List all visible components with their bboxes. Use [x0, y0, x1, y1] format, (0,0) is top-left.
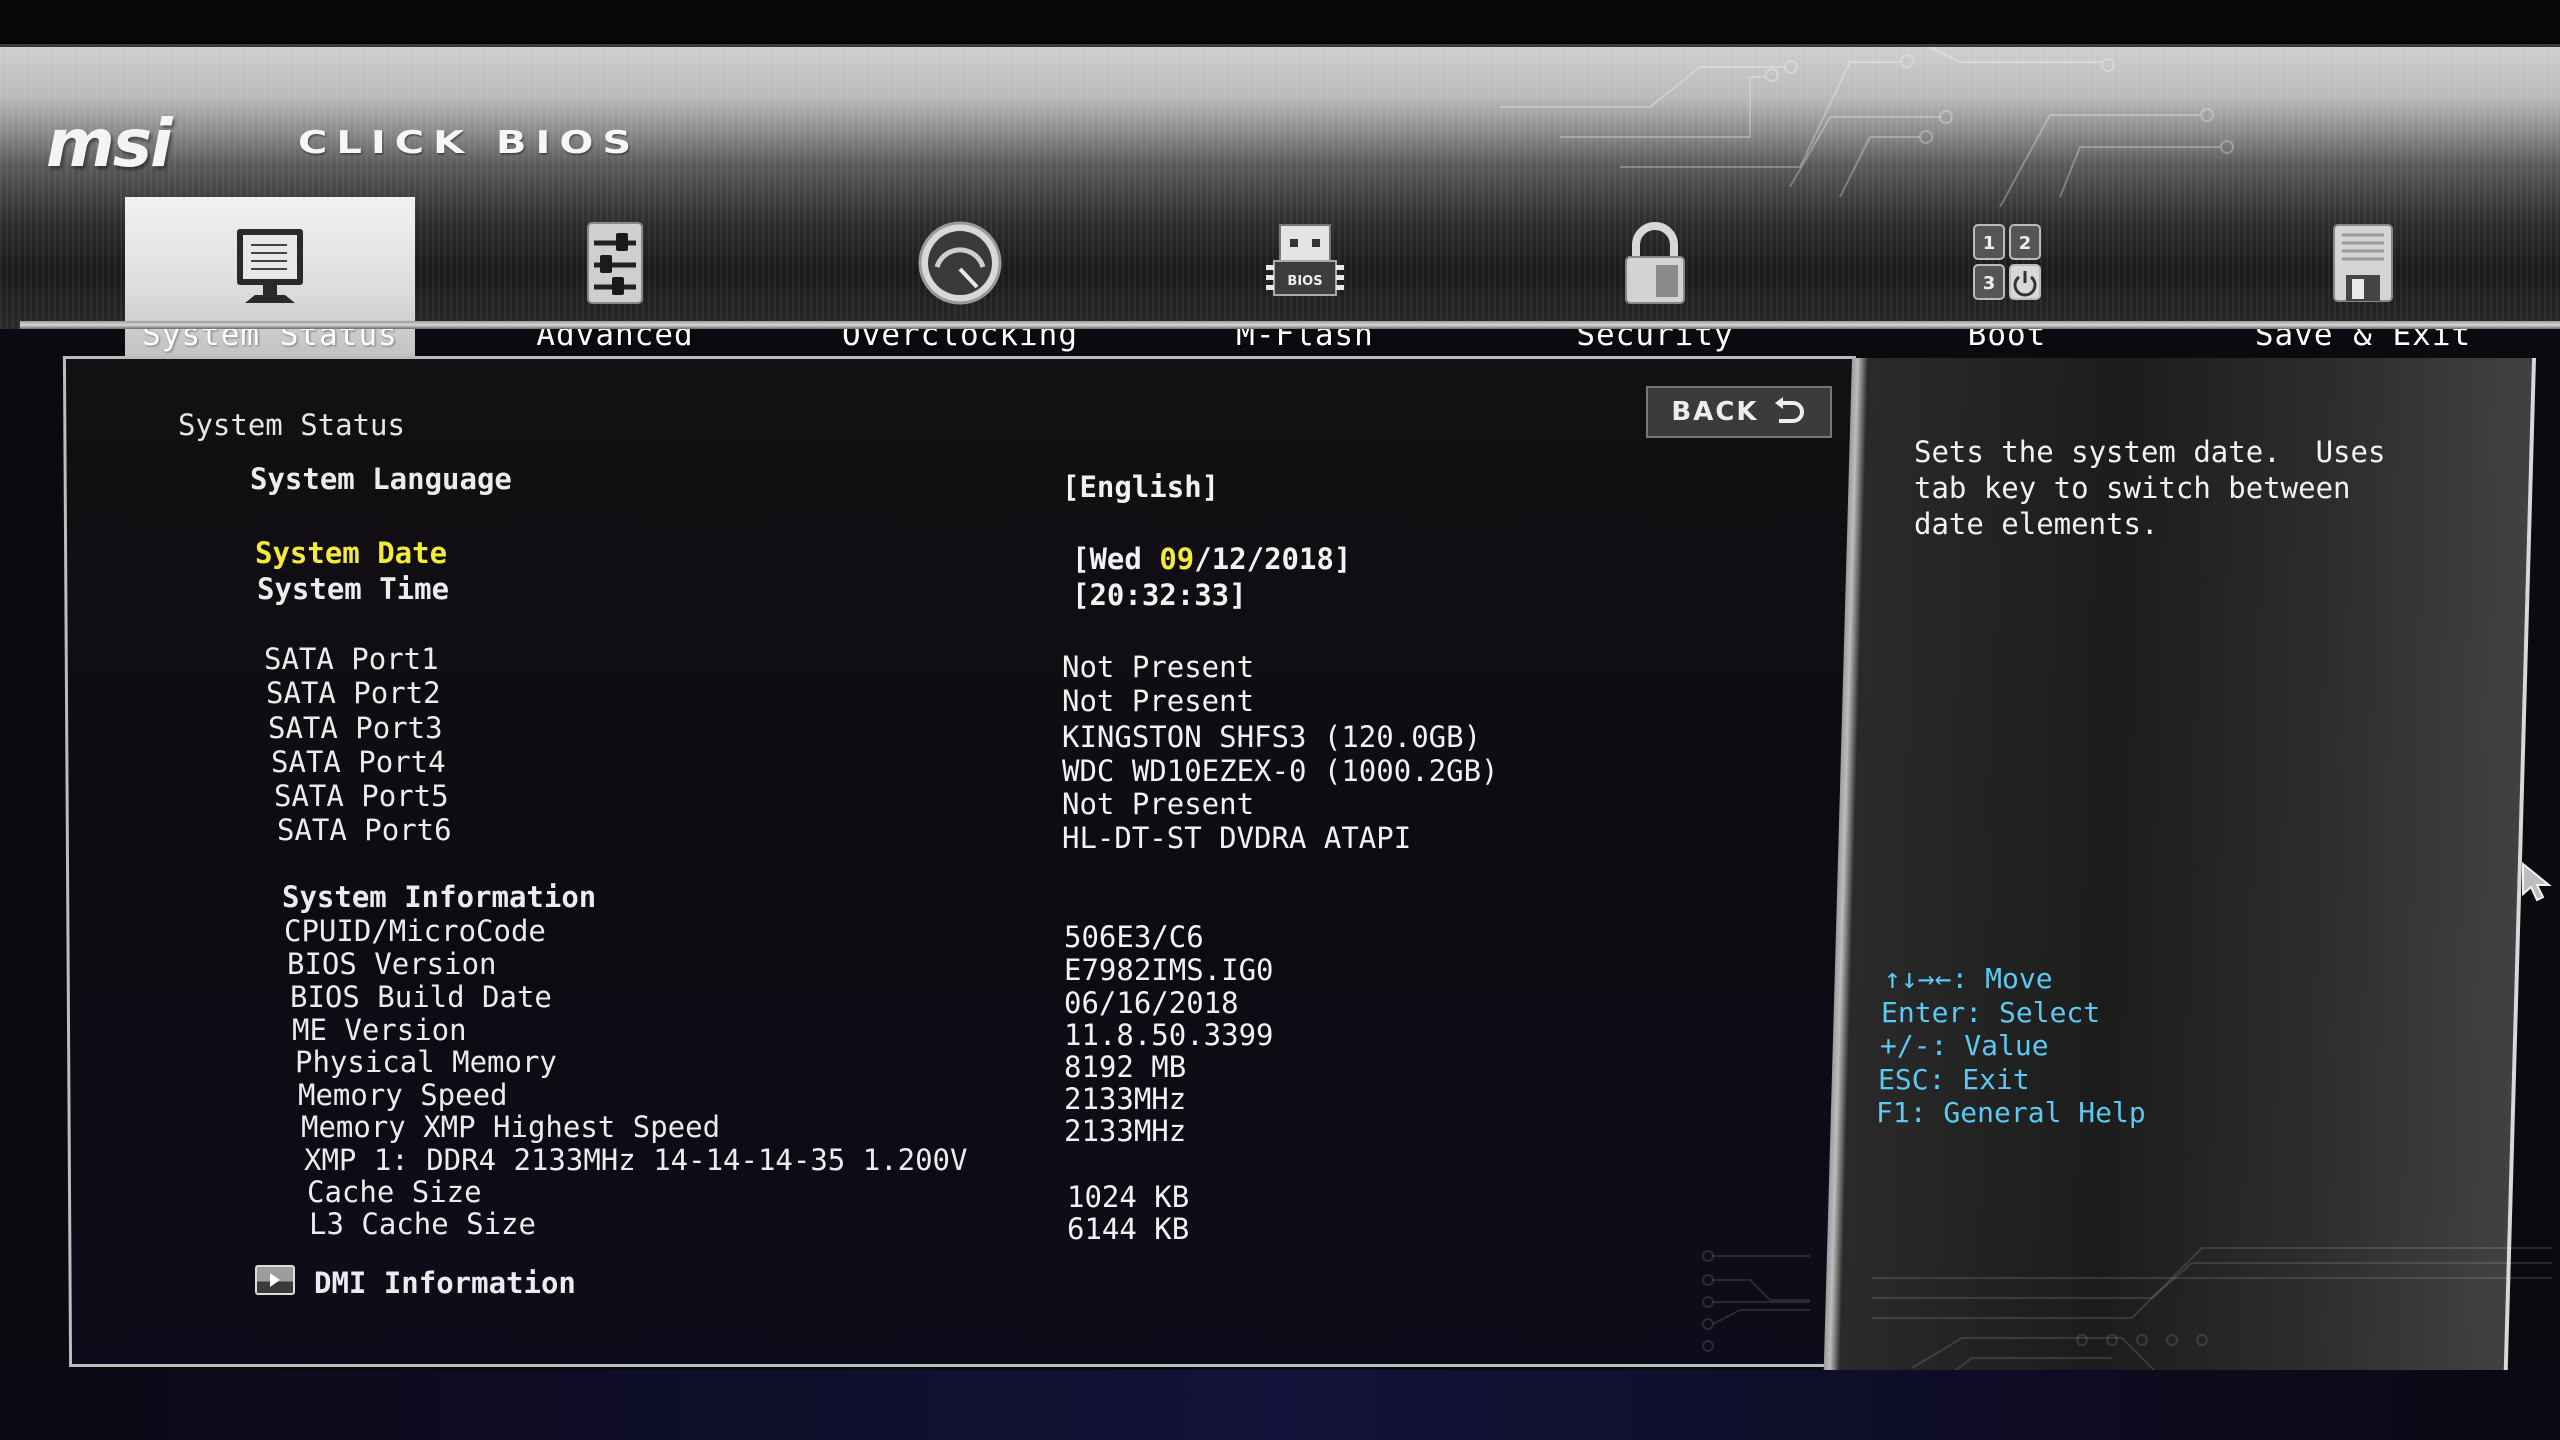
sysinfo-label: Cache Size — [307, 1175, 482, 1209]
sysinfo-label: BIOS Build Date — [290, 980, 552, 1014]
monitor-bezel-bottom — [0, 1370, 2560, 1440]
system-date-label[interactable]: System Date — [255, 536, 447, 570]
sata-port-label: SATA Port4 — [271, 745, 446, 779]
sysinfo-value: 6144 KB — [1067, 1212, 1190, 1246]
submenu-arrow-icon[interactable] — [255, 1265, 295, 1295]
sysinfo-value: 06/16/2018 — [1064, 986, 1239, 1020]
circuit-decoration — [1500, 47, 2234, 208]
svg-text:2: 2 — [2019, 233, 2032, 254]
sysinfo-label: Memory XMP Highest Speed — [301, 1110, 721, 1144]
monitor-bezel-top — [0, 0, 2560, 44]
sata-port-label: SATA Port6 — [277, 813, 452, 847]
key-hint-value: +/-: Value — [1880, 1029, 2049, 1062]
date-month-selected[interactable]: 09 — [1159, 542, 1194, 576]
floppy-disk-icon — [2333, 224, 2393, 302]
tab-boot[interactable]: 123 Boot — [1862, 197, 2152, 369]
sata-port-value: Not Present — [1062, 650, 1255, 684]
tab-overclocking[interactable]: Overclocking — [815, 197, 1105, 369]
key-legend: ↑↓→←: Move Enter: Select +/-: Value ESC:… — [1876, 962, 2146, 1130]
system-time-value[interactable]: [20:32:33] — [1072, 578, 1247, 612]
help-description: Sets the system date. Uses tab key to sw… — [1914, 435, 2386, 541]
back-label: BACK — [1671, 397, 1759, 427]
padlock-icon — [1625, 222, 1685, 304]
date-weekday: [Wed — [1072, 542, 1160, 576]
system-information-title: System Information — [282, 880, 597, 914]
sysinfo-label: Physical Memory — [295, 1045, 557, 1079]
tab-advanced[interactable]: Advanced — [470, 197, 760, 369]
tab-save-exit[interactable]: Save & Exit — [2218, 197, 2508, 369]
sliders-icon — [587, 222, 643, 304]
usb-bios-chip-icon: BIOS — [1266, 224, 1344, 296]
back-button[interactable]: BACK — [1646, 386, 1832, 438]
sata-port-label: SATA Port2 — [266, 676, 441, 710]
click-bios-logo: CLICK BIOS — [298, 125, 641, 161]
sata-port-value: WDC WD10EZEX-0 (1000.2GB) — [1062, 754, 1499, 788]
svg-text:1: 1 — [1983, 233, 1996, 254]
sata-port-value: Not Present — [1062, 684, 1255, 718]
system-time-label[interactable]: System Time — [257, 572, 449, 606]
header-divider — [20, 321, 2560, 329]
sata-port-value: Not Present — [1062, 787, 1255, 821]
sysinfo-label: CPUID/MicroCode — [284, 914, 546, 948]
sata-port-label: SATA Port5 — [274, 779, 449, 813]
circuit-decoration — [1702, 1250, 1810, 1352]
circuit-decoration — [1872, 1247, 2552, 1388]
sysinfo-value: 11.8.50.3399 — [1064, 1018, 1274, 1052]
sata-port-value: KINGSTON SHFS3 (120.0GB) — [1062, 720, 1482, 754]
back-arrow-icon — [1774, 397, 1804, 423]
dmi-information-link[interactable]: DMI Information — [314, 1266, 576, 1300]
sysinfo-value: 2133MHz — [1064, 1114, 1187, 1148]
mouse-cursor-icon — [2522, 862, 2552, 902]
monitor-icon — [237, 229, 303, 303]
svg-text:BIOS: BIOS — [1287, 274, 1322, 289]
tab-system-status[interactable]: System Status — [125, 197, 415, 369]
section-title: System Status — [178, 408, 405, 442]
header-bar: msi CLICK BIOS System Status Advanced Ov… — [0, 44, 2560, 369]
msi-logo: msi — [46, 105, 173, 182]
svg-text:3: 3 — [1983, 273, 1996, 294]
sysinfo-label: L3 Cache Size — [309, 1207, 536, 1241]
key-hint-select: Enter: Select — [1881, 995, 2101, 1029]
tab-m-flash[interactable]: BIOS M-Flash — [1160, 197, 1450, 369]
system-language-value[interactable]: [English] — [1062, 470, 1219, 504]
key-hint-move: ↑↓→←: Move — [1884, 962, 2053, 995]
sysinfo-value: 2133MHz — [1064, 1082, 1187, 1116]
key-hint-help: F1: General Help — [1876, 1096, 2146, 1129]
sata-port-label: SATA Port1 — [264, 642, 439, 676]
tab-security[interactable]: Security — [1510, 197, 1800, 369]
sysinfo-value: 8192 MB — [1064, 1050, 1187, 1084]
boot-order-icon: 1 2 3 — [1973, 224, 2041, 300]
sysinfo-value: 506E3/C6 — [1064, 920, 1204, 954]
system-language-label: System Language — [250, 462, 512, 496]
sysinfo-label: BIOS Version — [287, 947, 497, 981]
sysinfo-value: E7982IMS.IG0 — [1064, 953, 1274, 987]
sata-port-label: SATA Port3 — [268, 711, 443, 745]
sysinfo-label: Memory Speed — [298, 1078, 508, 1112]
key-hint-exit: ESC: Exit — [1878, 1062, 2030, 1096]
sysinfo-value: 1024 KB — [1067, 1180, 1190, 1214]
date-day-year: /12/2018] — [1194, 542, 1352, 576]
sata-port-value: HL-DT-ST DVDRA ATAPI — [1062, 821, 1412, 855]
system-date-value[interactable]: [Wed 09/12/2018] — [1072, 542, 1351, 576]
sysinfo-label: ME Version — [292, 1013, 467, 1047]
gauge-icon — [918, 221, 1002, 305]
xmp-profile-line: XMP 1: DDR4 2133MHz 14-14-14-35 1.200V — [304, 1143, 968, 1177]
